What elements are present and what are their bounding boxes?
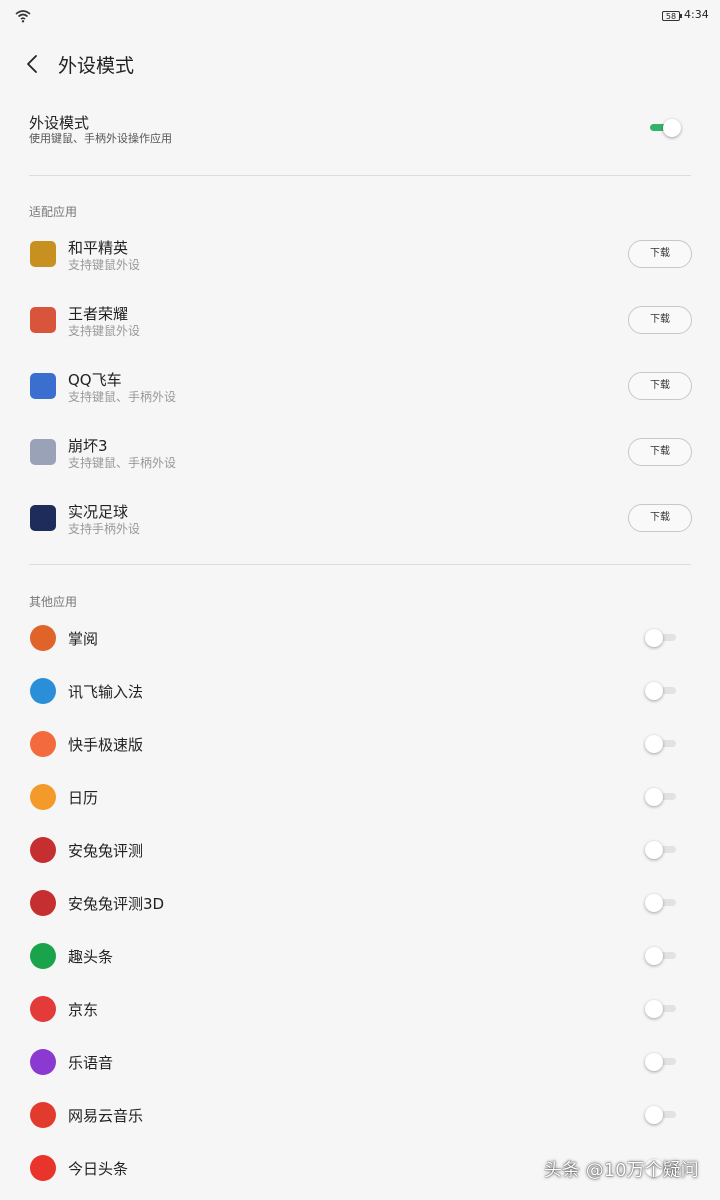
kuaishou-icon (30, 731, 56, 757)
app-support-desc: 支持键鼠、手柄外设 (68, 390, 177, 404)
divider (29, 564, 691, 565)
app-peripheral-toggle[interactable] (645, 947, 676, 965)
app-peripheral-toggle[interactable] (645, 629, 676, 647)
section-title-adapted: 适配应用 (29, 205, 78, 219)
download-button[interactable]: 下载 (628, 240, 692, 268)
app-peripheral-toggle[interactable] (645, 735, 676, 753)
download-button[interactable]: 下载 (628, 438, 692, 466)
page-title: 外设模式 (58, 55, 135, 77)
app-name: 崩坏3 (68, 437, 108, 455)
calendar-icon (30, 784, 56, 810)
download-button[interactable]: 下载 (628, 372, 692, 400)
other-app-row: 日历 (0, 771, 720, 823)
app-name: 今日头条 (68, 1160, 129, 1178)
app-support-desc: 支持键鼠外设 (68, 258, 141, 272)
app-peripheral-toggle[interactable] (645, 841, 676, 859)
netease-music-icon (30, 1102, 56, 1128)
status-bar: 58 4:34 (0, 0, 720, 32)
le-voice-icon (30, 1049, 56, 1075)
honor-of-kings-icon (30, 307, 56, 333)
qutoutiao-icon (30, 943, 56, 969)
app-name: 趣头条 (68, 948, 114, 966)
other-app-row: 讯飞输入法 (0, 665, 720, 717)
honkai-icon (30, 439, 56, 465)
other-app-row: 快手极速版 (0, 718, 720, 770)
wifi-icon (15, 10, 31, 23)
app-peripheral-toggle[interactable] (645, 788, 676, 806)
ifly-icon (30, 678, 56, 704)
app-name: 实况足球 (68, 503, 129, 521)
download-button[interactable]: 下载 (628, 306, 692, 334)
antutu-3d-icon (30, 890, 56, 916)
app-name: 和平精英 (68, 239, 129, 257)
app-name: 讯飞输入法 (68, 683, 144, 701)
adapted-app-row: 王者荣耀 支持键鼠外设 下载 (0, 293, 720, 345)
jd-icon (30, 996, 56, 1022)
other-app-row: 乐语音 (0, 1036, 720, 1088)
other-app-row: 安兔兔评测 (0, 824, 720, 876)
app-name: 日历 (68, 789, 99, 807)
app-peripheral-toggle[interactable] (645, 1000, 676, 1018)
peripheral-mode-toggle[interactable] (649, 119, 681, 137)
app-peripheral-toggle[interactable] (645, 682, 676, 700)
app-peripheral-toggle[interactable] (645, 894, 676, 912)
section-title-other: 其他应用 (29, 595, 78, 609)
ireader-icon (30, 625, 56, 651)
app-name: 安兔兔评测3D (68, 895, 165, 913)
back-arrow-icon[interactable] (24, 53, 42, 75)
app-name: 安兔兔评测 (68, 842, 144, 860)
adapted-app-row: 实况足球 支持手柄外设 下载 (0, 491, 720, 543)
app-name: 京东 (68, 1001, 99, 1019)
app-support-desc: 支持键鼠、手柄外设 (68, 456, 177, 470)
other-app-row: 网易云音乐 (0, 1089, 720, 1141)
app-name: 乐语音 (68, 1054, 114, 1072)
adapted-app-row: 崩坏3 支持键鼠、手柄外设 下载 (0, 425, 720, 477)
app-name: QQ飞车 (68, 371, 122, 389)
efootball-icon (30, 505, 56, 531)
other-app-row: 京东 (0, 983, 720, 1035)
app-support-desc: 支持键鼠外设 (68, 324, 141, 338)
app-name: 快手极速版 (68, 736, 144, 754)
other-app-row: 掌阅 (0, 612, 720, 664)
adapted-app-row: QQ飞车 支持键鼠、手柄外设 下载 (0, 359, 720, 411)
peripheral-mode-setting[interactable]: 外设模式 使用键鼠、手柄外设操作应用 (29, 112, 691, 152)
app-name: 掌阅 (68, 630, 99, 648)
app-support-desc: 支持手柄外设 (68, 522, 141, 536)
antutu-icon (30, 837, 56, 863)
peace-elite-icon (30, 241, 56, 267)
page-header: 外设模式 (0, 40, 720, 88)
qq-speed-icon (30, 373, 56, 399)
app-name: 网易云音乐 (68, 1107, 144, 1125)
other-app-row: 趣头条 (0, 930, 720, 982)
adapted-app-row: 和平精英 支持键鼠外设 下载 (0, 227, 720, 279)
app-peripheral-toggle[interactable] (645, 1053, 676, 1071)
download-button[interactable]: 下载 (628, 504, 692, 532)
toutiao-icon (30, 1155, 56, 1181)
other-app-row: 安兔兔评测3D (0, 877, 720, 929)
watermark-text: 头条 @10万个疑问 (544, 1160, 699, 1181)
app-peripheral-toggle[interactable] (645, 1106, 676, 1124)
setting-subtitle: 使用键鼠、手柄外设操作应用 (29, 132, 172, 145)
status-time: 4:34 (684, 8, 709, 21)
app-name: 王者荣耀 (68, 305, 129, 323)
divider (29, 175, 691, 176)
battery-indicator: 58 (662, 11, 682, 21)
